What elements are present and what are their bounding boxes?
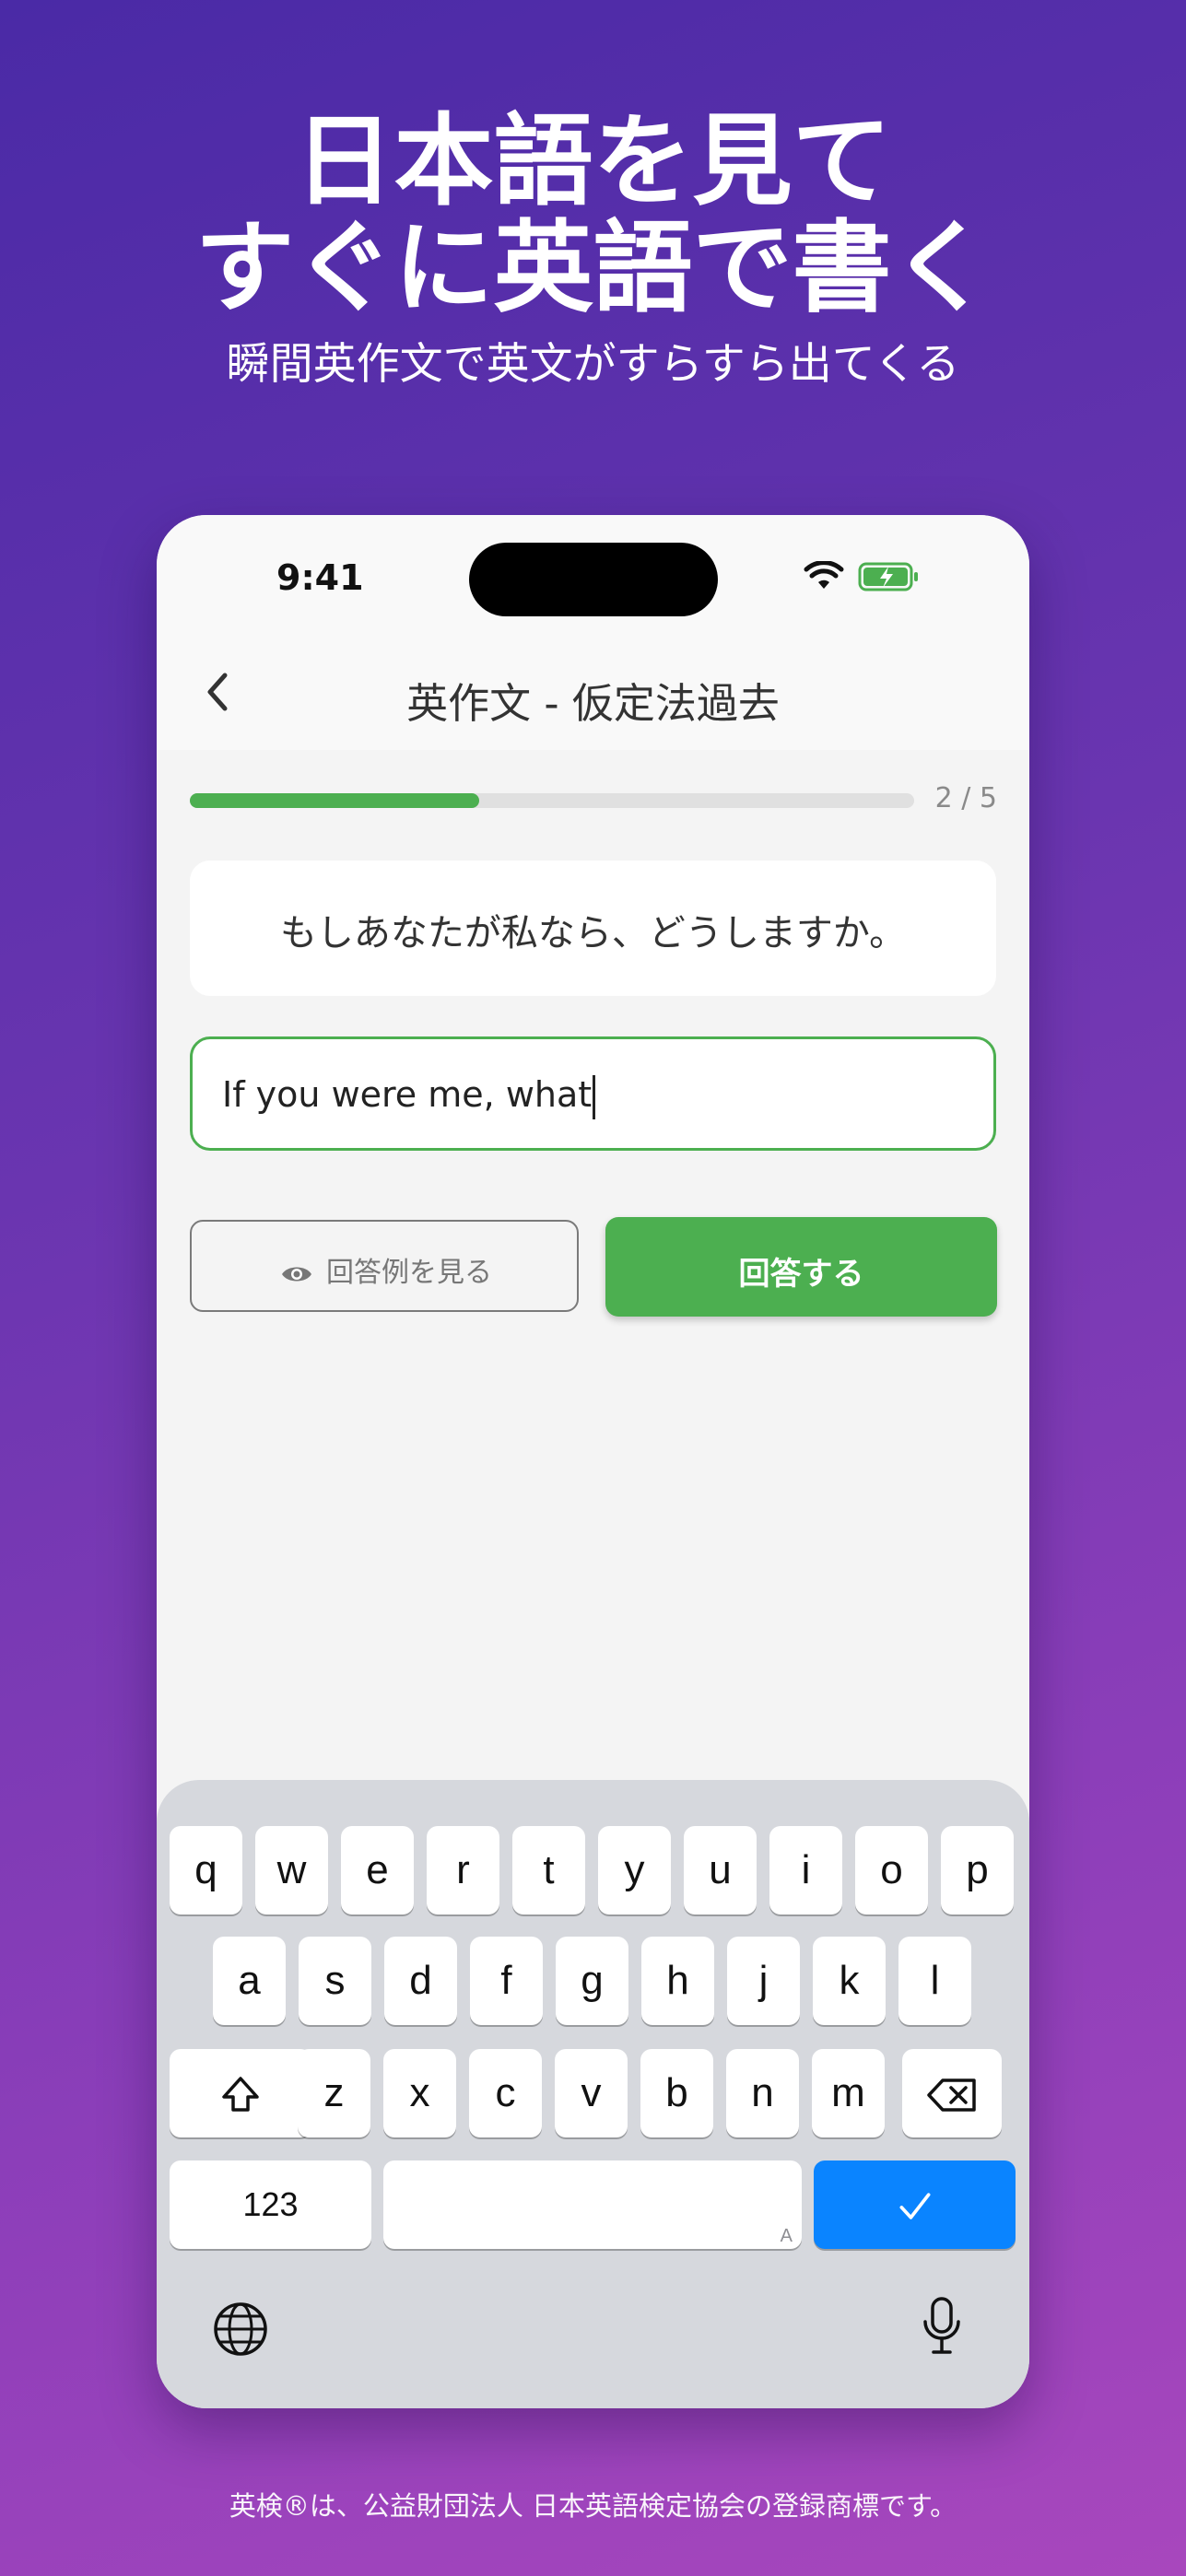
key-x[interactable]: x [383, 2049, 456, 2137]
phone-screen: 9:41 英作文 - 仮定法過去 2 / 5 もしあなたが私なら、どうしますか。… [157, 515, 1029, 2408]
delete-key[interactable] [902, 2049, 1002, 2137]
answer-input[interactable]: If you were me, what [190, 1036, 996, 1151]
space-key[interactable]: A [383, 2160, 802, 2249]
progress-bar [190, 793, 914, 808]
key-o[interactable]: o [855, 1826, 928, 1914]
key-h[interactable]: h [641, 1937, 714, 2025]
trademark-footnote: 英検®は、公益財団法人 日本英語検定協会の登録商標です。 [229, 2490, 957, 2522]
key-e[interactable]: e [341, 1826, 414, 1914]
key-a[interactable]: a [213, 1937, 286, 2025]
key-i[interactable]: i [769, 1826, 842, 1914]
keyboard: 123 A qwertyuiop asdfghjkl zxcvbnm [157, 1780, 1029, 2408]
checkmark-icon [899, 2193, 930, 2220]
microphone-icon[interactable] [922, 2296, 962, 2357]
key-u[interactable]: u [684, 1826, 757, 1914]
battery-charging-icon [858, 562, 918, 591]
numbers-key[interactable]: 123 [170, 2160, 371, 2249]
promo-subheadline: 瞬間英作文で英文がすらすら出てくる [226, 339, 960, 390]
question-card: もしあなたが私なら、どうしますか。 [190, 861, 996, 996]
key-g[interactable]: g [556, 1937, 628, 2025]
globe-icon[interactable] [212, 2301, 269, 2358]
question-text: もしあなたが私なら、どうしますか。 [279, 912, 907, 954]
key-f[interactable]: f [470, 1937, 543, 2025]
answer-input-text[interactable]: If you were me, what [222, 1074, 596, 1119]
space-key-hint: A [780, 2226, 793, 2246]
key-z[interactable]: z [298, 2049, 370, 2137]
shift-icon [222, 2077, 259, 2113]
text-caret [593, 1074, 596, 1119]
delete-icon [927, 2078, 976, 2113]
shift-key[interactable] [170, 2049, 311, 2137]
key-l[interactable]: l [898, 1937, 971, 2025]
key-m[interactable]: m [812, 2049, 885, 2137]
nav-bar: 英作文 - 仮定法過去 [157, 635, 1029, 750]
done-key[interactable] [814, 2160, 1016, 2249]
key-t[interactable]: t [512, 1826, 585, 1914]
dynamic-island [469, 543, 718, 616]
key-v[interactable]: v [555, 2049, 628, 2137]
show-example-button[interactable]: 回答例を見る [190, 1220, 579, 1312]
submit-answer-label: 回答する [738, 1256, 864, 1293]
status-bar: 9:41 [157, 515, 1029, 635]
key-q[interactable]: q [170, 1826, 242, 1914]
key-d[interactable]: d [384, 1937, 457, 2025]
status-time: 9:41 [276, 557, 364, 598]
key-k[interactable]: k [813, 1937, 886, 2025]
promo-headline: 日本語を見て すぐに英語で書く [0, 109, 1186, 322]
key-c[interactable]: c [469, 2049, 542, 2137]
progress-label: 2 / 5 [934, 782, 997, 814]
promo-headline-line2: すぐに英語で書く [194, 211, 992, 326]
key-r[interactable]: r [427, 1826, 499, 1914]
key-p[interactable]: p [941, 1826, 1014, 1914]
progress-fill [190, 793, 480, 808]
key-s[interactable]: s [299, 1937, 371, 2025]
key-n[interactable]: n [726, 2049, 799, 2137]
submit-answer-button[interactable]: 回答する [605, 1217, 997, 1317]
key-j[interactable]: j [727, 1937, 800, 2025]
promo-headline-line1: 日本語を見て [294, 104, 892, 219]
show-example-label: 回答例を見る [326, 1257, 492, 1289]
nav-title: 英作文 - 仮定法過去 [406, 679, 780, 728]
key-w[interactable]: w [255, 1826, 328, 1914]
wifi-icon [804, 561, 844, 589]
key-b[interactable]: b [640, 2049, 713, 2137]
key-y[interactable]: y [598, 1826, 671, 1914]
eye-icon [282, 1267, 311, 1281]
